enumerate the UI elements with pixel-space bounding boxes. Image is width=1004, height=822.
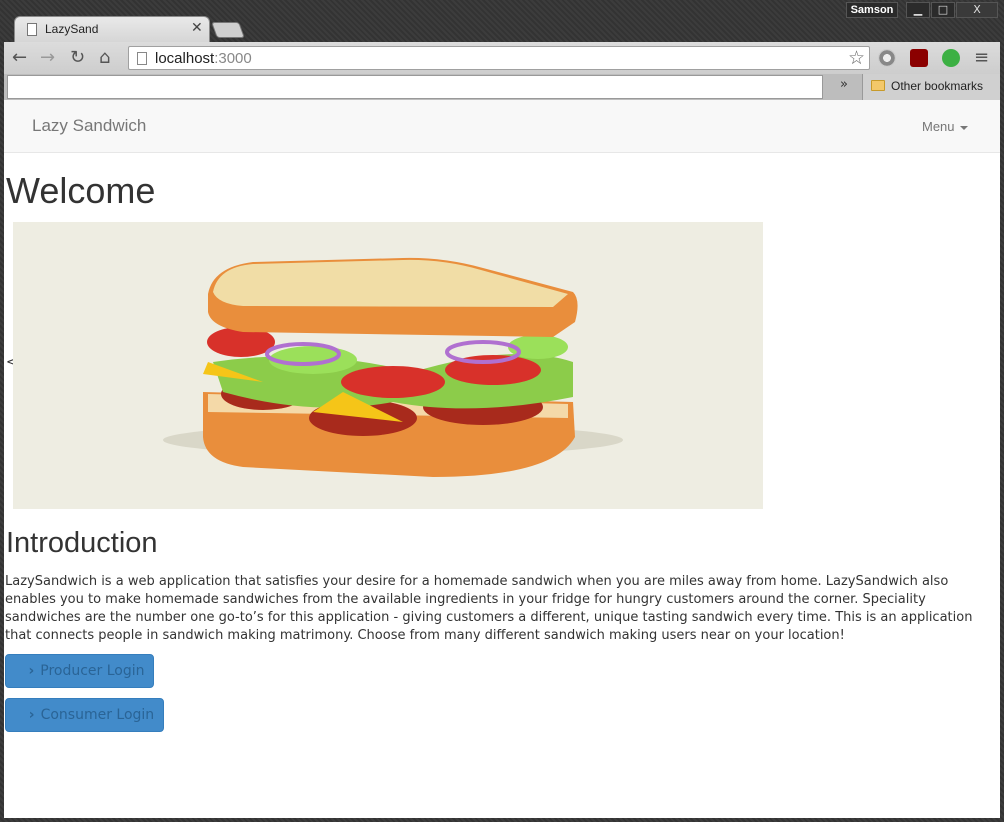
bookmarks-overflow-icon[interactable]: » (840, 77, 848, 92)
new-tab-button[interactable] (211, 22, 245, 38)
ublock-shield-icon[interactable] (910, 49, 928, 67)
tab-title: LazySand (45, 22, 99, 36)
introduction-paragraph: LazySandwich is a web application that s… (5, 574, 973, 643)
other-bookmarks-button[interactable]: Other bookmarks (862, 74, 1000, 100)
folder-icon (871, 80, 885, 91)
url-port: :3000 (214, 50, 252, 67)
menu-dropdown[interactable]: Menu (922, 119, 968, 134)
bookmarks-bar: » Other bookmarks (4, 74, 1000, 100)
url-host: localhost (155, 50, 215, 67)
producer-login-button[interactable]: › Producer Login (5, 654, 154, 688)
page-icon (137, 52, 147, 65)
tab-close-icon[interactable]: ✕ (191, 20, 203, 36)
minimize-button[interactable]: ▁ (906, 2, 930, 18)
page-icon (27, 23, 37, 36)
address-bar[interactable]: localhost:3000 ☆ (128, 46, 870, 70)
browser-tab[interactable]: LazySand ✕ (14, 16, 210, 42)
extension-green-icon[interactable] (942, 49, 960, 67)
bookmarks-area (7, 75, 823, 99)
chevron-right-icon: › (28, 663, 35, 679)
window-close-button[interactable]: X (956, 2, 998, 18)
chrome-menu-icon[interactable]: ≡ (974, 48, 989, 68)
sandwich-illustration (163, 257, 623, 477)
maximize-button[interactable]: □ (931, 2, 955, 18)
sandwich-image (13, 222, 763, 509)
consumer-login-label: Consumer Login (40, 707, 155, 723)
page-title: Welcome (6, 170, 156, 211)
other-bookmarks-label: Other bookmarks (891, 79, 984, 93)
introduction-heading: Introduction (6, 527, 158, 559)
page-content: Lazy Sandwich Menu Welcome < Introductio… (4, 100, 1000, 818)
profile-name[interactable]: Samson (846, 2, 898, 18)
brand-link[interactable]: Lazy Sandwich (32, 116, 146, 136)
chevron-right-icon: › (28, 707, 35, 723)
back-icon[interactable]: ← (12, 48, 27, 68)
menu-label: Menu (922, 119, 955, 134)
bookmark-star-icon[interactable]: ☆ (848, 47, 865, 69)
reload-icon[interactable]: ↻ (70, 48, 85, 68)
home-icon[interactable]: ⌂ (99, 48, 110, 68)
caret-down-icon (959, 125, 968, 130)
consumer-login-button[interactable]: › Consumer Login (5, 698, 164, 732)
forward-icon[interactable]: → (40, 48, 55, 68)
url-text: localhost:3000 (155, 50, 252, 67)
browser-window: Samson ▁ □ X LazySand ✕ ← → ↻ ⌂ localhos… (0, 0, 1004, 822)
extension-circle-icon[interactable] (878, 49, 896, 67)
producer-login-label: Producer Login (40, 663, 145, 679)
site-navbar: Lazy Sandwich Menu (4, 100, 1000, 153)
browser-toolbar: ← → ↻ ⌂ localhost:3000 ☆ ≡ (4, 42, 1000, 74)
